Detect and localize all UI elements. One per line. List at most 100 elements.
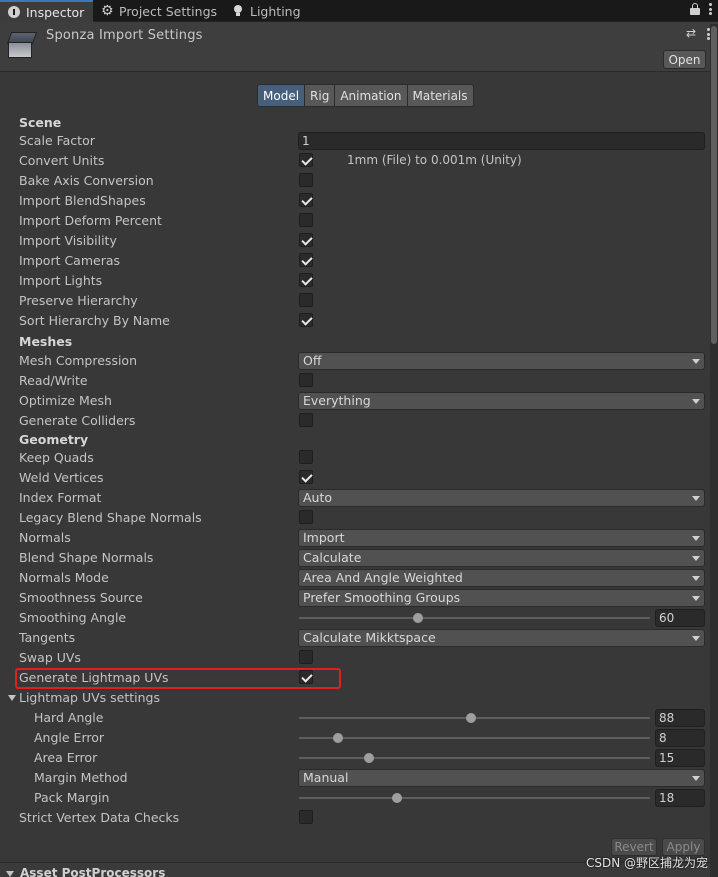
- property-row: Import Lights: [0, 271, 708, 291]
- section-title: Asset PostProcessors: [20, 866, 166, 877]
- slider-value-field[interactable]: 88: [655, 709, 705, 727]
- property-row: Preserve Hierarchy: [0, 291, 708, 311]
- slider-track[interactable]: [299, 617, 650, 619]
- slider-track[interactable]: [299, 757, 650, 759]
- dropdown-value: Calculate Mikktspace: [303, 630, 436, 645]
- slider-handle[interactable]: [465, 713, 476, 723]
- tab-lighting[interactable]: Lighting: [232, 0, 301, 22]
- editor-tab-bar: Inspector ⚙ Project Settings Lighting: [0, 0, 718, 22]
- checkbox[interactable]: [299, 273, 313, 287]
- checkbox[interactable]: [299, 153, 313, 167]
- checkbox[interactable]: [299, 650, 313, 664]
- property-row: Area Error 15: [0, 748, 708, 768]
- dropdown[interactable]: Manual: [298, 769, 705, 787]
- slider-value-field[interactable]: 60: [655, 609, 705, 627]
- preset-icon[interactable]: [686, 26, 698, 40]
- dropdown-value: Import: [303, 530, 345, 545]
- property-row: Generate Colliders: [0, 411, 708, 431]
- property-row: Import Cameras: [0, 251, 708, 271]
- tab-model[interactable]: Model: [257, 84, 306, 107]
- page-title: Sponza Import Settings: [46, 28, 203, 43]
- property-row: Import BlendShapes: [0, 191, 708, 211]
- property-row: Margin Method Manual: [0, 768, 708, 788]
- slider-value-field[interactable]: 18: [655, 789, 705, 807]
- property-row: Swap UVs: [0, 648, 708, 668]
- slider-handle[interactable]: [332, 733, 343, 743]
- tab-rig[interactable]: Rig: [305, 84, 336, 107]
- property-row: Meshes: [0, 332, 708, 352]
- property-row: Normals Import: [0, 528, 708, 548]
- dropdown[interactable]: Everything: [298, 392, 705, 410]
- dropdown[interactable]: Prefer Smoothing Groups: [298, 589, 705, 607]
- dropdown[interactable]: Import: [298, 529, 705, 547]
- checkbox[interactable]: [299, 413, 313, 427]
- dropdown[interactable]: Auto: [298, 489, 705, 507]
- slider-handle[interactable]: [392, 793, 403, 803]
- property-row: Optimize Mesh Everything: [0, 391, 708, 411]
- checkbox[interactable]: [299, 173, 313, 187]
- property-label: Read/Write: [19, 373, 88, 388]
- slider-value-field[interactable]: 15: [655, 749, 705, 767]
- checkbox[interactable]: [299, 510, 313, 524]
- property-row: Geometry: [0, 430, 708, 450]
- tab-project-settings[interactable]: ⚙ Project Settings: [101, 0, 217, 22]
- kebab-menu-icon[interactable]: [708, 3, 712, 15]
- checkbox[interactable]: [299, 253, 313, 267]
- model-asset-icon: [6, 30, 38, 60]
- checkbox[interactable]: [299, 313, 313, 327]
- property-label: Tangents: [19, 630, 76, 645]
- property-row: Bake Axis Conversion: [0, 171, 708, 191]
- chevron-down-icon: [692, 496, 700, 501]
- foldout-arrow-icon[interactable]: [8, 695, 16, 701]
- checkbox[interactable]: [299, 810, 313, 824]
- property-label: Mesh Compression: [19, 353, 137, 368]
- header-icons: [686, 26, 710, 40]
- tab-inspector[interactable]: Inspector: [0, 0, 93, 22]
- property-label: Bake Axis Conversion: [19, 173, 154, 188]
- property-row: Weld Vertices: [0, 468, 708, 488]
- tab-materials[interactable]: Materials: [407, 84, 474, 107]
- checkbox[interactable]: [299, 293, 313, 307]
- checkbox[interactable]: [299, 450, 313, 464]
- tab-animation[interactable]: Animation: [335, 84, 408, 107]
- dropdown-value: Off: [303, 353, 322, 368]
- property-row: Strict Vertex Data Checks: [0, 808, 708, 828]
- property-label: Pack Margin: [34, 790, 110, 805]
- property-label: Swap UVs: [19, 650, 81, 665]
- property-label[interactable]: Lightmap UVs settings: [19, 690, 160, 705]
- open-button[interactable]: Open: [663, 50, 706, 69]
- property-label: Margin Method: [34, 770, 128, 785]
- chevron-down-icon: [692, 576, 700, 581]
- checkbox[interactable]: [299, 193, 313, 207]
- checkbox[interactable]: [299, 373, 313, 387]
- slider-track[interactable]: [299, 797, 650, 799]
- import-settings-toolbar: Model Rig Animation Materials: [257, 84, 474, 107]
- section-title: Meshes: [19, 334, 73, 349]
- checkbox[interactable]: [299, 470, 313, 484]
- slider-value-field[interactable]: 8: [655, 729, 705, 747]
- slider-handle[interactable]: [413, 613, 424, 623]
- scrollbar-thumb[interactable]: [711, 26, 717, 344]
- dropdown-value: Prefer Smoothing Groups: [303, 590, 461, 605]
- property-label: Normals: [19, 530, 71, 545]
- chevron-down-icon: [692, 399, 700, 404]
- dropdown[interactable]: Calculate Mikktspace: [298, 629, 705, 647]
- property-label: Hard Angle: [34, 710, 104, 725]
- property-label: Convert Units: [19, 153, 105, 168]
- checkbox[interactable]: [299, 213, 313, 227]
- slider-track[interactable]: [299, 737, 650, 739]
- lock-icon[interactable]: [690, 3, 700, 15]
- scale-factor-field[interactable]: 1: [298, 132, 705, 150]
- property-label: Import Lights: [19, 273, 103, 288]
- slider-handle[interactable]: [364, 753, 375, 763]
- foldout-arrow-icon: [6, 871, 14, 877]
- dropdown[interactable]: Area And Angle Weighted: [298, 569, 705, 587]
- property-row: Hard Angle 88: [0, 708, 708, 728]
- chevron-down-icon: [692, 596, 700, 601]
- dropdown[interactable]: Calculate: [298, 549, 705, 567]
- checkbox[interactable]: [299, 233, 313, 247]
- property-label: Keep Quads: [19, 450, 94, 465]
- scrollbar[interactable]: [710, 24, 718, 877]
- dropdown[interactable]: Off: [298, 352, 705, 370]
- property-row: Scene: [0, 113, 708, 133]
